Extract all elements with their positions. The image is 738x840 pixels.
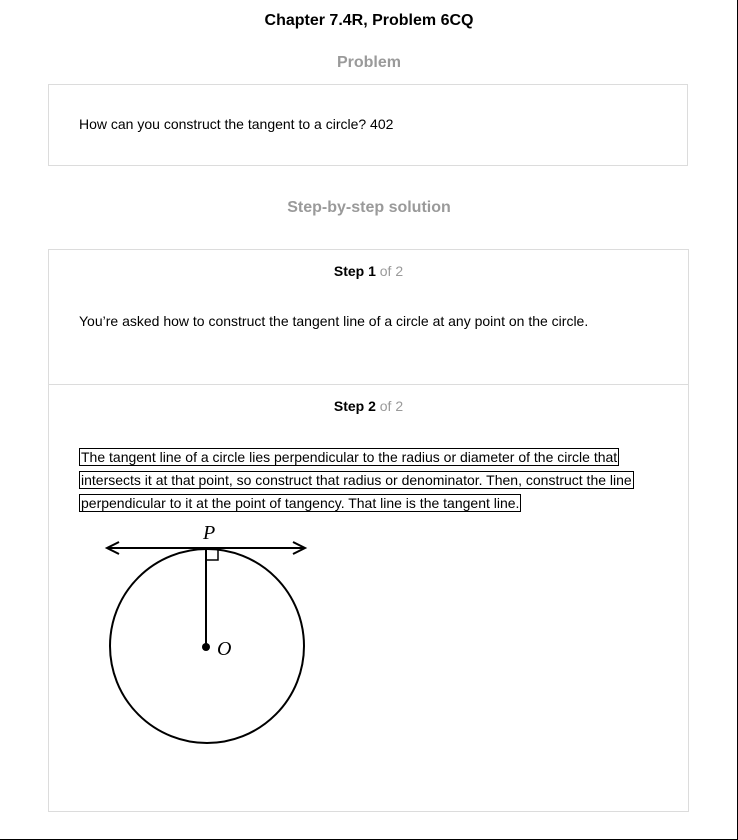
problem-text: How can you construct the tangent to a c… <box>79 116 394 132</box>
step-2-boxed-text: The tangent line of a circle lies perpen… <box>79 448 634 512</box>
center-point <box>202 643 210 651</box>
step-1-count: of 2 <box>375 263 404 279</box>
step-divider <box>49 384 688 385</box>
problem-box: How can you construct the tangent to a c… <box>48 84 688 166</box>
step-2-label: Step 2 <box>333 398 376 414</box>
tangent-circle-diagram: P O <box>104 522 308 744</box>
solution-heading: Step-by-step solution <box>287 199 451 216</box>
step-2-title: Step 2 of 2 <box>49 398 688 414</box>
step-2-count: of 2 <box>375 398 404 414</box>
page-title: Chapter 7.4R, Problem 6CQ <box>264 12 474 29</box>
steps-box: Step 1 of 2 You’re asked how to construc… <box>48 249 689 812</box>
step-1-label: Step 1 <box>333 263 376 279</box>
step-2-text: The tangent line of a circle lies perpen… <box>79 446 654 515</box>
step-1-title: Step 1 of 2 <box>49 263 688 279</box>
step-1-text: You’re asked how to construct the tangen… <box>79 313 589 329</box>
problem-heading: Problem <box>336 54 401 71</box>
point-o-label: O <box>217 638 231 660</box>
point-p-label: P <box>202 522 215 544</box>
